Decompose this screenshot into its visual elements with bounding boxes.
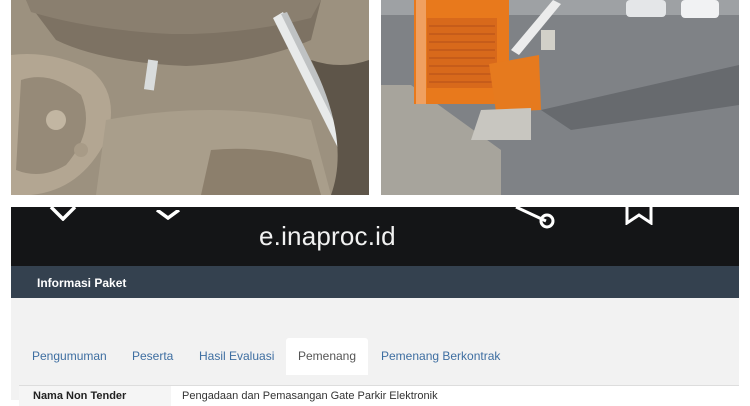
tab-peserta[interactable]: Peserta	[119, 338, 186, 375]
section-header: Informasi Paket	[11, 266, 739, 298]
section-title: Informasi Paket	[37, 276, 127, 290]
url-text[interactable]: e.inaproc.id	[259, 221, 396, 252]
tab-hasil-evaluasi[interactable]: Hasil Evaluasi	[186, 338, 287, 375]
tab-pemenang[interactable]: Pemenang	[286, 338, 368, 375]
chevron-down-icon[interactable]	[155, 207, 181, 225]
bookmark-icon[interactable]	[624, 207, 654, 230]
detail-label: Nama Non Tender	[19, 386, 171, 406]
tab-pemenang-berkontrak[interactable]: Pemenang Berkontrak	[368, 338, 513, 375]
photo-damaged-parking-gate	[381, 0, 739, 195]
detail-table-row: Nama Non Tender Pengadaan dan Pemasangan…	[19, 385, 739, 406]
content-panel: Pengumuman Peserta Hasil Evaluasi Pemena…	[11, 298, 739, 406]
share-icon[interactable]	[514, 205, 556, 234]
close-icon[interactable]	[49, 205, 77, 226]
tab-bar: Pengumuman Peserta Hasil Evaluasi Pemena…	[11, 338, 739, 375]
photo-broken-concrete	[11, 0, 369, 195]
browser-toolbar: e.inaproc.id	[11, 205, 739, 266]
detail-value: Pengadaan dan Pemasangan Gate Parkir Ele…	[182, 390, 438, 402]
tab-pengumuman[interactable]: Pengumuman	[19, 338, 120, 375]
